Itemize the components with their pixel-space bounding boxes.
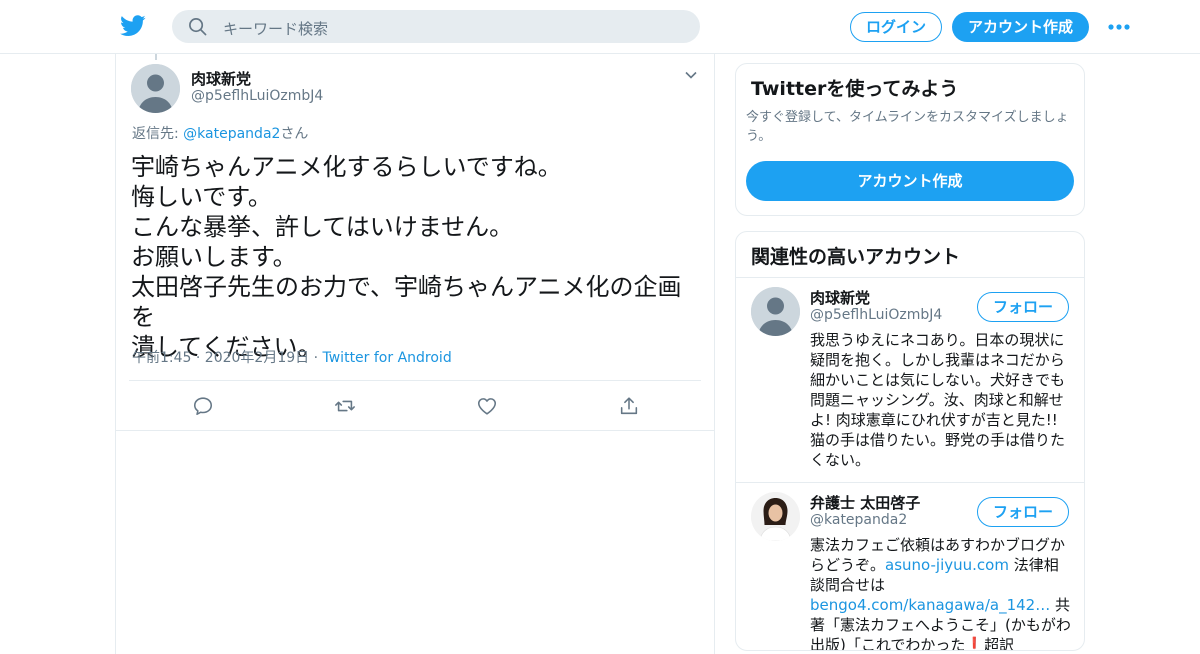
- related-account-item: 肉球新党 @p5eflhLuiOzmbJ4 フォロー 我思うゆえにネコあり。日本…: [736, 277, 1084, 482]
- login-button[interactable]: ログイン: [850, 12, 942, 42]
- tweet-timestamp[interactable]: 午前1:45 · 2020年2月19日 ·: [132, 350, 323, 366]
- reply-icon[interactable]: [192, 395, 214, 417]
- reply-to-line: 返信先: @katepanda2さん: [132, 123, 308, 143]
- tweet-line: 悔しいです。: [131, 183, 272, 211]
- like-icon[interactable]: [476, 395, 498, 417]
- default-profile-icon: [131, 64, 180, 113]
- signup-card-button[interactable]: アカウント作成: [746, 161, 1074, 201]
- avatar[interactable]: [131, 64, 180, 113]
- related-accounts-card: 関連性の高いアカウント 肉球新党 @p5eflhLuiOzmbJ4 フォロー 我…: [735, 231, 1085, 651]
- tweet-line: 太田啓子先生のお力で、宇崎ちゃんアニメ化の企画を: [131, 273, 682, 331]
- search-placeholder[interactable]: キーワード検索: [223, 18, 328, 39]
- related-account-item: 弁護士 太田啓子 @katepanda2 フォロー 憲法カフェご依頼はあすわかブ…: [736, 482, 1084, 650]
- signup-card-title: Twitterを使ってみよう: [751, 78, 959, 100]
- related-accounts-title: 関連性の高いアカウント: [751, 246, 961, 268]
- tweet-author-name[interactable]: 肉球新党: [191, 68, 251, 89]
- profile-photo-icon: [751, 492, 800, 541]
- tweet-text: 宇崎ちゃんアニメ化するらしいですね。 悔しいです。 こんな暴挙、許してはいけませ…: [131, 152, 701, 362]
- signup-card-description: 今すぐ登録して、タイムラインをカスタマイズしましょう。: [746, 110, 1069, 144]
- chevron-down-icon[interactable]: [684, 68, 698, 82]
- tweet-column: 肉球新党 @p5eflhLuiOzmbJ4 返信先: @katepanda2さん…: [115, 54, 715, 654]
- bio-link[interactable]: asuno-jiyuu.com: [885, 556, 1009, 574]
- divider: [116, 430, 714, 431]
- top-navigation-bar: キーワード検索 ログイン アカウント作成: [0, 0, 1200, 54]
- follow-button[interactable]: フォロー: [977, 292, 1069, 322]
- account-bio: 我思うゆえにネコあり。日本の現状に疑問を抱く。しかし我輩はネコだから細かいことは…: [810, 331, 1066, 469]
- search-bar[interactable]: キーワード検索: [172, 10, 700, 43]
- tweet-client-link[interactable]: Twitter for Android: [323, 350, 452, 366]
- follow-button[interactable]: フォロー: [977, 497, 1069, 527]
- account-name[interactable]: 弁護士 太田啓子: [810, 492, 920, 513]
- reply-suffix: さん: [280, 126, 309, 142]
- share-icon[interactable]: [618, 395, 640, 417]
- thread-connector: [155, 54, 157, 60]
- retweet-icon[interactable]: [334, 395, 356, 417]
- tweet-line: お願いします。: [131, 243, 297, 271]
- reply-prefix: 返信先:: [132, 126, 184, 142]
- twitter-bird-icon[interactable]: [120, 14, 146, 38]
- default-profile-icon: [751, 287, 800, 336]
- more-dots-icon[interactable]: [1106, 18, 1132, 36]
- account-bio: 憲法カフェご依頼はあすわかブログからどうぞ。asuno-jiyuu.com 法律…: [810, 535, 1072, 650]
- search-icon: [189, 18, 207, 36]
- tweet-author-handle[interactable]: @p5eflhLuiOzmbJ4: [191, 88, 323, 104]
- signup-card: Twitterを使ってみよう 今すぐ登録して、タイムラインをカスタマイズしましょ…: [735, 63, 1085, 216]
- reply-handle-link[interactable]: @katepanda2: [183, 126, 280, 142]
- avatar[interactable]: [751, 492, 800, 541]
- signup-button[interactable]: アカウント作成: [952, 12, 1089, 42]
- tweet-metadata: 午前1:45 · 2020年2月19日 · Twitter for Androi…: [132, 347, 452, 367]
- bio-link[interactable]: bengo4.com/kanagawa/a_142…: [810, 596, 1050, 614]
- account-name[interactable]: 肉球新党: [810, 287, 870, 308]
- divider: [129, 380, 701, 381]
- account-handle[interactable]: @katepanda2: [810, 512, 907, 528]
- avatar[interactable]: [751, 287, 800, 336]
- tweet-line: こんな暴挙、許してはいけません。: [131, 213, 514, 241]
- account-handle[interactable]: @p5eflhLuiOzmbJ4: [810, 307, 942, 323]
- tweet-line: 宇崎ちゃんアニメ化するらしいですね。: [131, 153, 562, 181]
